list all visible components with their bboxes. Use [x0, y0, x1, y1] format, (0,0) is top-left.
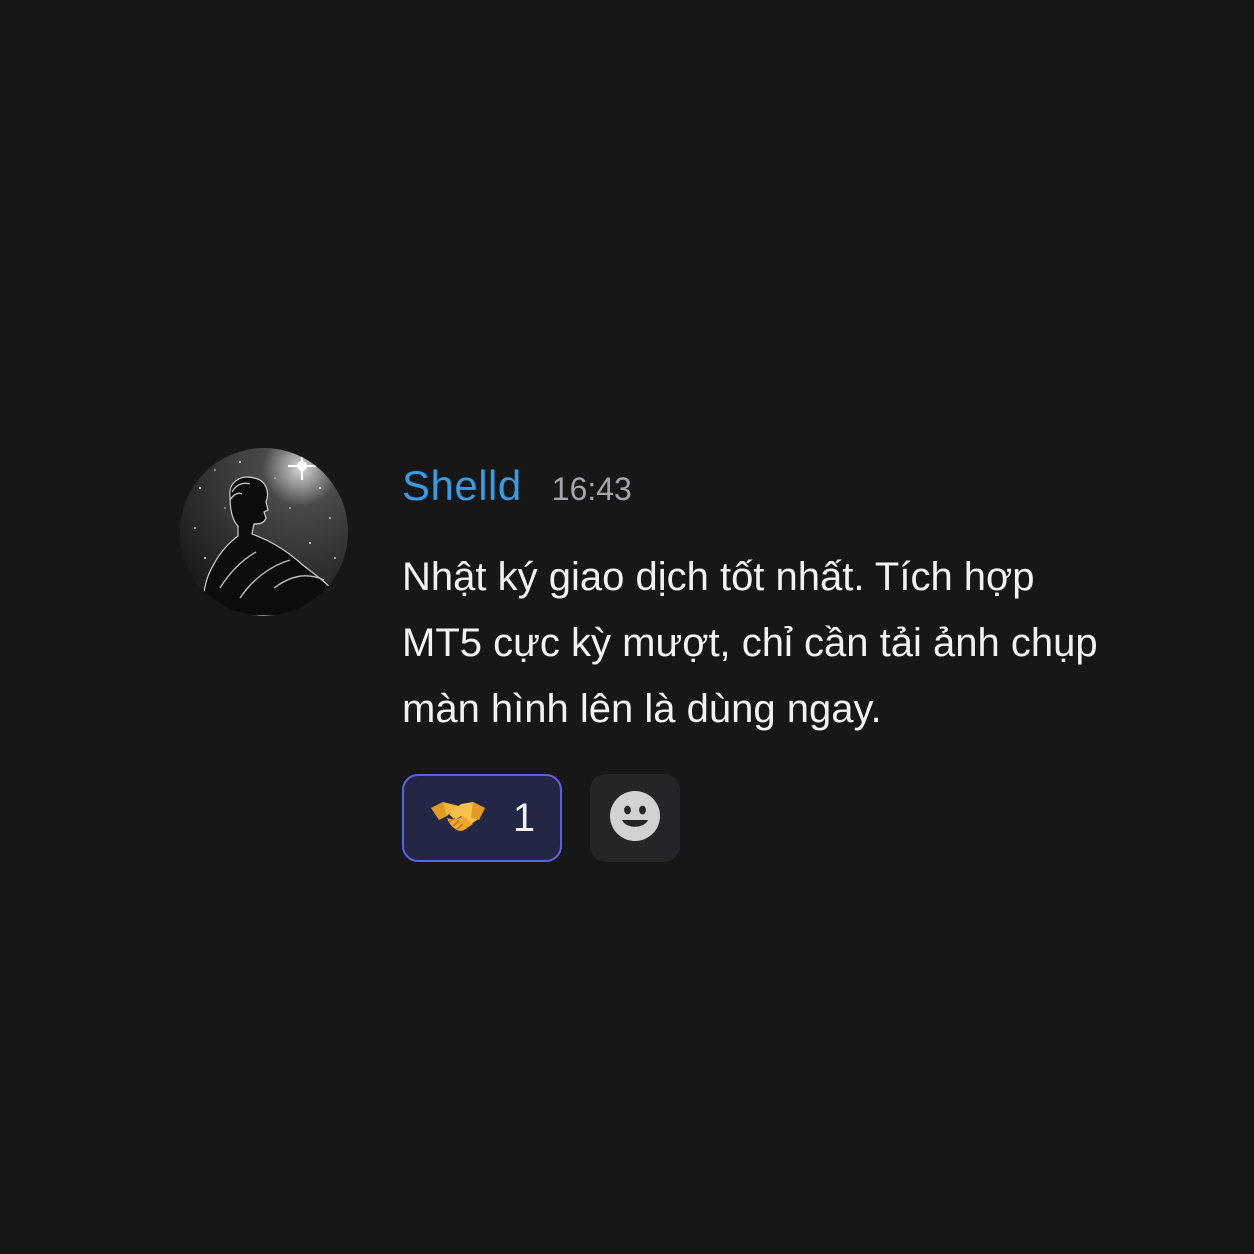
handshake-icon [429, 794, 487, 843]
message-content: Shelld 16:43 Nhật ký giao dịch tốt nhất.… [402, 462, 1122, 862]
smiley-icon [609, 790, 661, 847]
message-text: Nhật ký giao dịch tốt nhất. Tích hợp MT5… [402, 555, 1098, 731]
username[interactable]: Shelld [402, 462, 522, 510]
avatar[interactable] [180, 448, 348, 616]
message-timestamp[interactable]: 16:43 [552, 471, 632, 508]
reaction-bar: 1 [402, 774, 1122, 862]
chat-view: Shelld 16:43 Nhật ký giao dịch tốt nhất.… [0, 0, 1254, 1254]
avatar-image [180, 448, 348, 616]
message-header: Shelld 16:43 [402, 462, 1122, 518]
reaction-count: 1 [512, 795, 536, 840]
reaction-handshake[interactable]: 1 [402, 774, 562, 862]
add-reaction-button[interactable] [590, 774, 680, 862]
